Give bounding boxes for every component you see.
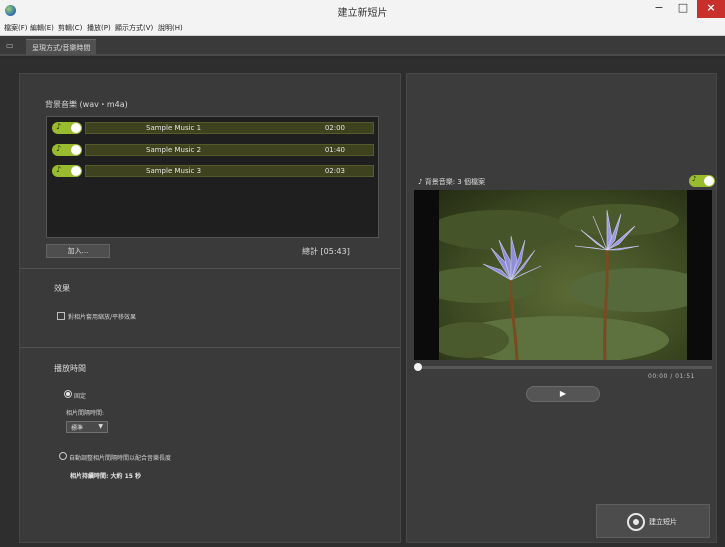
track-bar[interactable]: Sample Music 2 01:40 xyxy=(85,144,374,156)
music-note-icon: ♪ xyxy=(56,122,62,131)
preview-image xyxy=(414,190,712,360)
music-note-icon: ♪ xyxy=(56,144,62,153)
water-lily-photo xyxy=(439,190,687,360)
music-list: ♪ Sample Music 1 02:00 ♪ Sample Music 2 … xyxy=(46,116,379,238)
timing-section-label: 播放時間 xyxy=(54,364,86,373)
playback-time: 00:00 / 01:51 xyxy=(648,373,695,380)
auto-timing-label: 自動調整相片間隔時間以配合音樂長度 xyxy=(69,455,172,462)
track-name: Sample Music 2 xyxy=(146,146,202,154)
window-title: 建立新短片 xyxy=(337,8,388,19)
tab-view-icon[interactable]: ▭ xyxy=(6,41,18,51)
background-music-count: ♪ 背景音樂: 3 個檔案 xyxy=(418,178,485,186)
title-bar: 建立新短片 − □ × xyxy=(0,0,725,22)
music-track-row[interactable]: ♪ Sample Music 2 01:40 xyxy=(51,143,374,157)
fixed-timing-radio[interactable] xyxy=(64,390,72,398)
tab-bar: ▭ 呈現方式/音樂時間 xyxy=(0,36,725,56)
toggle-knob xyxy=(71,145,81,155)
add-music-button[interactable]: 加入... xyxy=(46,244,110,258)
menu-play[interactable]: 播放(P) xyxy=(87,23,111,33)
menu-help[interactable]: 說明(H) xyxy=(158,23,183,33)
fixed-timing-label: 固定 xyxy=(74,393,87,400)
menu-clip[interactable]: 剪輯(C) xyxy=(58,23,82,33)
music-track-row[interactable]: ♪ Sample Music 3 02:03 xyxy=(51,164,374,178)
maximize-button[interactable]: □ xyxy=(671,0,695,18)
track-bar[interactable]: Sample Music 1 02:00 xyxy=(85,122,374,134)
track-name: Sample Music 3 xyxy=(146,167,202,175)
pan-zoom-checkbox[interactable] xyxy=(57,312,65,320)
music-section-label: 背景音樂 (wav・m4a) xyxy=(45,100,128,109)
close-button[interactable]: × xyxy=(697,0,725,18)
auto-timing-radio[interactable] xyxy=(59,452,67,460)
film-reel-icon xyxy=(627,513,645,531)
interval-select[interactable]: 標準 ▼ xyxy=(66,421,108,433)
track-toggle[interactable]: ♪ xyxy=(52,165,82,177)
menu-file[interactable]: 檔案(F) xyxy=(4,23,28,33)
tab-presentation-music[interactable]: 呈現方式/音樂時間 xyxy=(26,39,97,55)
section-divider xyxy=(20,347,400,348)
music-note-icon: ♪ xyxy=(56,165,62,174)
menu-bar: 檔案(F) 編輯(E) 剪輯(C) 播放(P) 顯示方式(V) 說明(H) xyxy=(0,22,725,36)
track-bar[interactable]: Sample Music 3 02:03 xyxy=(85,165,374,177)
toggle-knob xyxy=(71,123,81,133)
play-button[interactable]: ▶ xyxy=(526,386,600,402)
playback-scrubber[interactable] xyxy=(414,363,422,371)
effects-section-label: 效果 xyxy=(54,284,70,293)
menu-edit[interactable]: 編輯(E) xyxy=(30,23,54,33)
track-name: Sample Music 1 xyxy=(146,124,202,132)
auto-timing-detail: 相片持續時間: 大約 15 秒 xyxy=(70,473,142,480)
pan-zoom-label: 對相片套用縮放/平移效果 xyxy=(68,314,137,321)
create-movie-button[interactable]: 建立短片 xyxy=(596,504,710,538)
track-duration: 02:00 xyxy=(324,124,345,132)
section-divider xyxy=(20,268,400,269)
track-toggle[interactable]: ♪ xyxy=(52,122,82,134)
toggle-knob xyxy=(71,166,81,176)
create-movie-label: 建立短片 xyxy=(649,518,677,526)
total-duration: 總計 [05:43] xyxy=(302,247,350,256)
interval-label: 相片間隔時間: xyxy=(66,410,105,417)
track-duration: 01:40 xyxy=(324,146,345,154)
track-duration: 02:03 xyxy=(324,167,345,175)
toggle-knob xyxy=(704,176,714,186)
preview-music-toggle[interactable]: ♪ xyxy=(689,175,715,187)
minimize-button[interactable]: − xyxy=(647,0,671,18)
interval-value: 標準 xyxy=(71,425,84,432)
playback-progress[interactable] xyxy=(414,366,712,369)
menu-view[interactable]: 顯示方式(V) xyxy=(115,23,153,33)
music-track-row[interactable]: ♪ Sample Music 1 02:00 xyxy=(51,121,374,135)
chevron-down-icon: ▼ xyxy=(98,423,103,430)
track-toggle[interactable]: ♪ xyxy=(52,144,82,156)
music-note-icon: ♪ xyxy=(692,175,697,183)
